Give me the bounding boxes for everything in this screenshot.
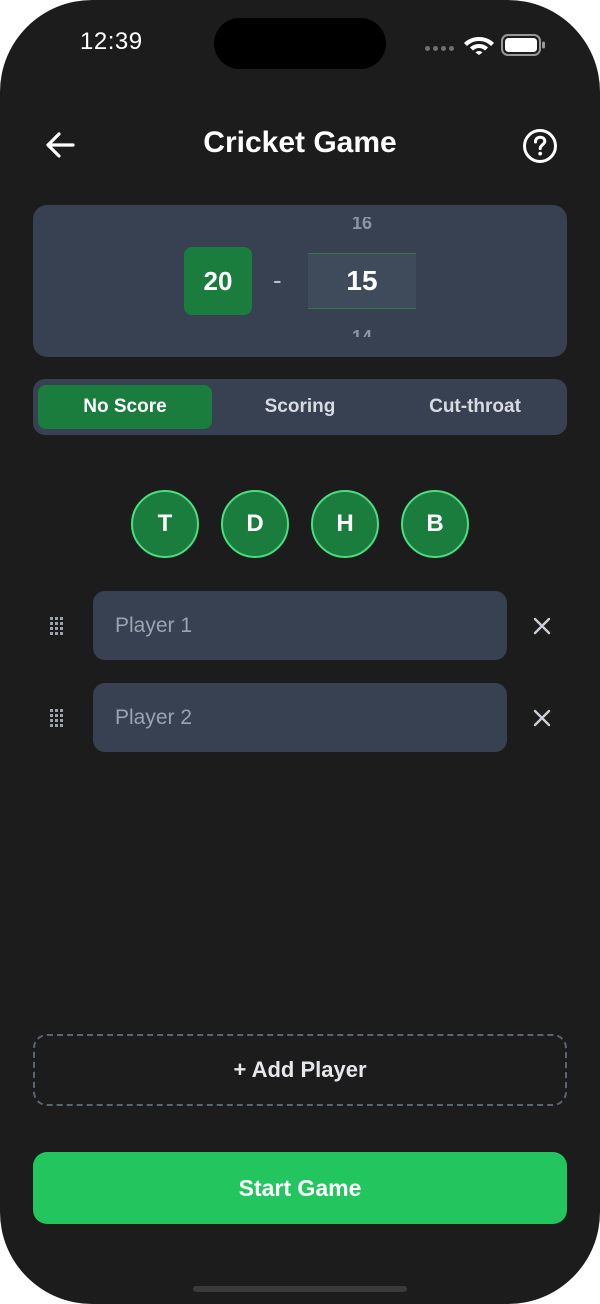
multiplier-bull-button[interactable]: B [401,490,469,558]
target-picker-card: 20 - 16 15 14 [33,205,567,357]
wheel-option-below[interactable]: 14 [308,323,416,337]
close-icon[interactable] [532,708,552,728]
player-name-input-1[interactable] [93,591,507,660]
multiplier-h-button[interactable]: H [311,490,379,558]
home-indicator[interactable] [193,1286,407,1292]
wifi-icon [464,37,494,55]
dynamic-island [214,18,386,69]
start-target-chip: 20 [184,247,252,315]
tab-no-score[interactable]: No Score [38,385,212,429]
start-game-button[interactable]: Start Game [33,1152,567,1224]
tab-cut-throat[interactable]: Cut-throat [388,385,562,429]
player-name-input-2[interactable] [93,683,507,752]
game-mode-segmented-control: No Score Scoring Cut-throat [33,379,567,435]
page-title: Cricket Game [203,126,397,159]
drag-handle-icon[interactable] [50,617,64,635]
battery-icon [501,34,545,56]
close-icon[interactable] [532,616,552,636]
end-target-wheel-selected[interactable]: 15 [308,253,416,309]
range-separator: - [273,265,282,295]
add-player-button[interactable]: + Add Player [33,1034,567,1106]
cellular-signal-icon [425,46,454,51]
tab-scoring[interactable]: Scoring [213,385,387,429]
multiplier-double-button[interactable]: D [221,490,289,558]
multiplier-triple-button[interactable]: T [131,490,199,558]
phone-screen: 12:39 Cricket Game 20 - 16 15 14 No Scor… [0,0,600,1304]
status-time: 12:39 [80,28,143,55]
wheel-option-above[interactable]: 16 [308,217,416,239]
question-circle-icon[interactable] [521,127,559,165]
drag-handle-icon[interactable] [50,709,64,727]
